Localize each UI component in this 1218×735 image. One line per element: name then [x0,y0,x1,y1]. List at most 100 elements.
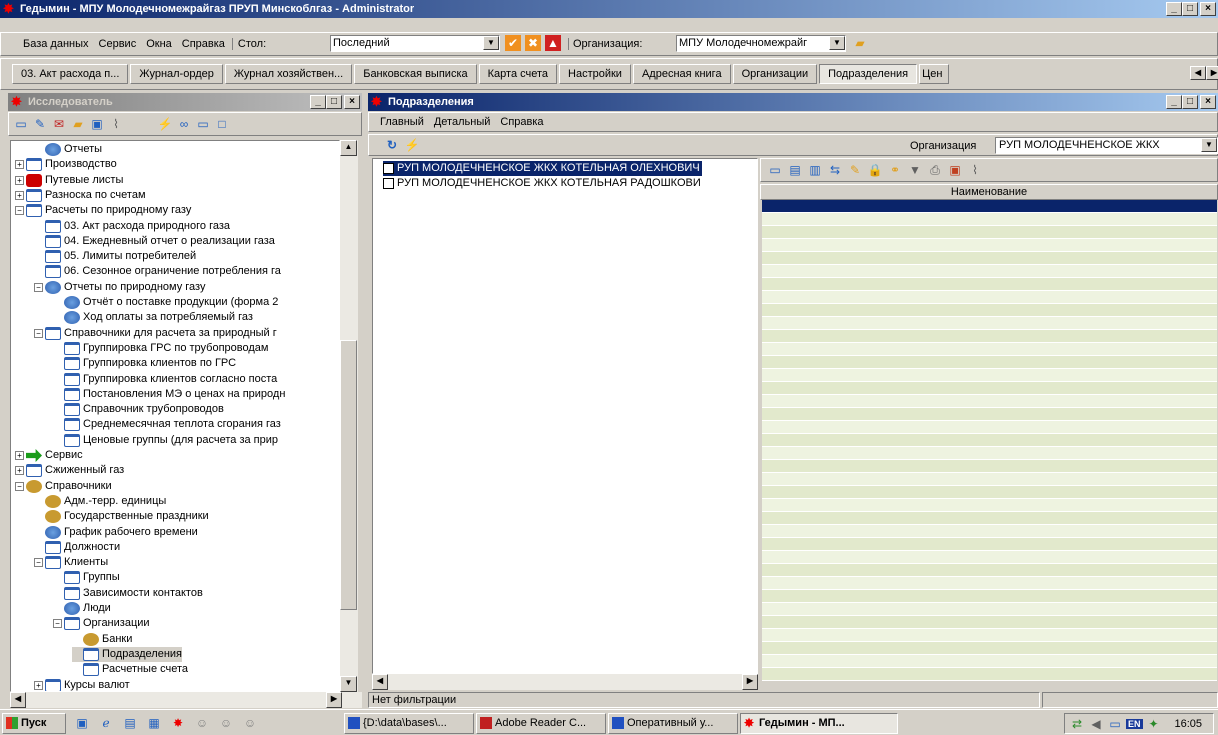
tree-node[interactable]: − Справочники для расчета за природный г [34,326,277,341]
org-top-select[interactable]: МПУ Молодечномежрайг ▼ [676,35,846,52]
explorer-maximize-button[interactable]: □ [326,95,342,109]
tree-node[interactable]: + Производство [15,157,117,172]
tab-bank-vypiska[interactable]: Банковская выписка [354,64,477,84]
tree-node[interactable]: − Отчеты по природному газу [34,280,205,295]
tree-node[interactable]: + Путевые листы [15,173,123,188]
expand-icon[interactable]: + [15,466,24,476]
task-data-bases[interactable]: {D:\data\bases\... [344,713,474,734]
grid-row[interactable] [762,590,1217,603]
tree-node[interactable]: 03. Акт расхода природного газа [34,219,230,234]
refresh-icon[interactable]: ↻ [384,137,400,153]
wand-icon[interactable]: ⚡ [404,137,420,153]
grid-row[interactable] [762,265,1217,278]
task-gedymin[interactable]: ✸ Гедымин - МП... [740,713,898,734]
antivirus-icon[interactable]: ✦ [1146,716,1162,732]
note-icon[interactable]: ✎ [847,162,863,178]
menu-database[interactable]: База данных [18,38,94,50]
tree-node[interactable]: Среднемесячная теплота сгорания газ [53,417,281,432]
grid-row[interactable] [762,642,1217,655]
sub-menu-help[interactable]: Справка [495,116,548,128]
grid-row[interactable] [762,538,1217,551]
chain-icon[interactable]: ⚭ [887,162,903,178]
grid-row[interactable] [762,460,1217,473]
grid-row[interactable] [762,564,1217,577]
menu-help[interactable]: Справка [177,38,230,50]
tree-node[interactable]: Группировка клиентов по ГРС [53,356,236,371]
scroll-down-icon[interactable]: ▼ [340,676,357,692]
volume-icon[interactable]: ◀ [1088,716,1104,732]
grid-row[interactable] [762,577,1217,590]
sub-item-checkbox[interactable] [383,178,394,189]
tree-node[interactable]: Отчёт о поставке продукции (форма 2 [53,295,278,310]
tree-node[interactable]: Должности [34,540,120,555]
expand-icon[interactable]: + [15,451,24,460]
grid-row[interactable] [762,629,1217,642]
sub-item[interactable]: РУП МОЛОДЕЧНЕНСКОЕ ЖКХ КОТЕЛЬНАЯ РАДОШКО… [383,176,701,191]
lock-icon[interactable]: 🔒 [867,162,883,178]
tree-node[interactable]: 04. Ежедневный отчет о реализации газа [34,234,275,249]
app-icon[interactable]: ▦ [146,715,162,731]
tab-nastroiki[interactable]: Настройки [559,64,631,84]
start-button[interactable]: Пуск [2,713,66,734]
grid-row[interactable] [762,317,1217,330]
sub-menu-detail[interactable]: Детальный [429,116,496,128]
tab-zhurnal-order[interactable]: Журнал-ордер [130,64,223,84]
grid-row[interactable] [762,551,1217,564]
filter-icon[interactable]: ▼ [907,162,923,178]
sub-item-checkbox[interactable] [383,163,394,174]
grid-row[interactable] [762,304,1217,317]
chevron-down-icon[interactable]: ▼ [483,36,499,50]
copy-icon[interactable]: ▥ [807,162,823,178]
user2-icon[interactable]: ☺ [218,715,234,731]
monitor-icon[interactable]: ▭ [1107,716,1123,732]
grid-row[interactable] [762,239,1217,252]
grid-row[interactable] [762,213,1217,226]
open-icon[interactable]: ▰ [70,116,86,132]
grid-row[interactable] [762,356,1217,369]
explorer-icon[interactable]: ▤ [122,715,138,731]
tree-node[interactable]: Люди [53,601,111,616]
tree-node[interactable]: − Расчеты по природному газу [15,203,191,218]
expand-icon[interactable]: + [15,175,24,185]
scroll-left-icon[interactable]: ◀ [372,674,388,690]
grid-row[interactable] [762,486,1217,499]
sub-hscroll[interactable]: ◀ ▶ [372,674,758,690]
grid-row[interactable] [762,655,1217,668]
lang-indicator[interactable]: EN [1126,718,1143,729]
collapse-icon[interactable]: − [53,619,62,629]
grid-row[interactable] [762,343,1217,356]
tree-node[interactable]: 05. Лимиты потребителей [34,249,196,264]
grid-row[interactable] [762,252,1217,265]
explorer-minimize-button[interactable]: _ [310,95,326,109]
chevron-down-icon[interactable]: ▼ [1201,138,1217,152]
collapse-icon[interactable]: − [34,328,43,338]
scroll-right-icon[interactable]: ▶ [742,674,758,690]
tab-adres-kniga[interactable]: Адресная книга [632,64,731,84]
collapse-icon[interactable]: − [15,206,24,216]
tree-node[interactable]: + Курсы валют [34,678,130,691]
folder-open-icon[interactable]: ▰ [852,35,868,51]
sub-minimize-button[interactable]: _ [1166,95,1182,109]
attach-icon[interactable]: ⌇ [108,116,124,132]
grid-header[interactable]: Наименование [760,184,1218,200]
desktop-icon[interactable]: ▣ [74,715,90,731]
tree-node[interactable]: Зависимости контактов [53,586,203,601]
collapse-icon[interactable]: − [34,558,43,568]
collapse-icon[interactable]: − [34,282,43,292]
tab-akt-rashoda[interactable]: 03. Акт расхода п... [12,64,129,84]
grid-row-selected[interactable] [762,200,1217,213]
task-operativny[interactable]: Оперативный у... [608,713,738,734]
explorer-title-bar[interactable]: ✸ Исследователь _ □ × [8,93,362,111]
grid-row[interactable] [762,330,1217,343]
task-adobe-reader[interactable]: Adobe Reader C... [476,713,606,734]
grid-row[interactable] [762,603,1217,616]
collapse-icon[interactable]: − [15,481,24,491]
link-icon[interactable]: ∞ [176,116,192,132]
tree-node[interactable]: + Разноска по счетам [15,188,146,203]
grid-row[interactable] [762,278,1217,291]
grid-row[interactable] [762,408,1217,421]
edit-icon[interactable]: ✎ [32,116,48,132]
sub-item[interactable]: РУП МОЛОДЕЧНЕНСКОЕ ЖКХ КОТЕЛЬНАЯ ОЛЕХНОВ… [383,161,702,176]
tree-node[interactable]: 06. Сезонное ограничение потребления га [34,264,281,279]
export-icon[interactable]: ▣ [947,162,963,178]
